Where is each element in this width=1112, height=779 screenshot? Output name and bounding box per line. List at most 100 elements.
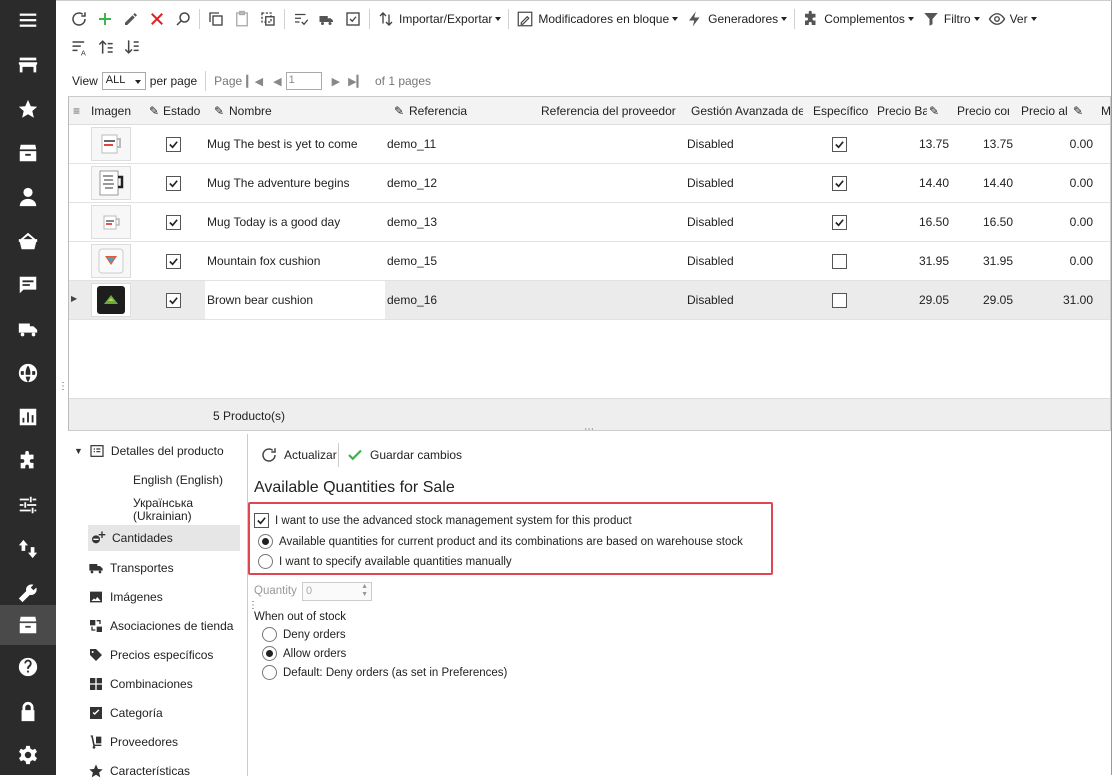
advanced-stock-value[interactable]: Disabled	[687, 215, 734, 229]
column-header-more[interactable]: M	[1101, 104, 1111, 118]
specific-checkbox[interactable]	[832, 215, 847, 230]
specific-checkbox[interactable]	[832, 176, 847, 191]
menu-icon[interactable]	[0, 0, 56, 40]
allow-orders-radio[interactable]	[262, 646, 277, 661]
refresh-icon[interactable]	[66, 7, 92, 31]
column-header-supplier-ref[interactable]: Referencia del proveedor	[541, 104, 681, 118]
column-header-advanced[interactable]: Gestión Avanzada de	[691, 104, 803, 118]
help-icon[interactable]	[0, 647, 56, 687]
search-icon[interactable]	[170, 7, 196, 31]
sliders-icon[interactable]	[0, 485, 56, 525]
save-changes-button[interactable]: Guardar cambios	[346, 446, 462, 464]
retail-price[interactable]: 31.00	[1033, 293, 1093, 307]
table-row[interactable]: Mug The adventure begins demo_12 Disable…	[69, 164, 1110, 203]
column-header-base-price[interactable]: Precio Bas	[877, 104, 927, 118]
product-reference[interactable]: demo_15	[387, 254, 437, 268]
deny-orders-option[interactable]: Deny orders	[262, 627, 346, 642]
tree-item-ukrainian[interactable]: Українська	[133, 496, 193, 510]
product-reference[interactable]: demo_11	[387, 137, 436, 151]
cost-price[interactable]: 29.05	[953, 293, 1013, 307]
move-up-icon[interactable]	[96, 37, 116, 60]
retail-price[interactable]: 0.00	[1033, 254, 1093, 268]
allow-orders-option[interactable]: Allow orders	[262, 646, 346, 661]
star-icon[interactable]	[0, 89, 56, 129]
globe-icon[interactable]	[0, 353, 56, 393]
column-header-name[interactable]: Nombre	[229, 104, 272, 118]
deny-orders-radio[interactable]	[262, 627, 277, 642]
store-icon[interactable]	[0, 45, 56, 85]
splitter-handle-icon[interactable]: ⋮	[58, 381, 68, 392]
default-orders-option[interactable]: Default: Deny orders (as set in Preferen…	[262, 665, 507, 680]
first-page-icon[interactable]: ▎◀	[246, 75, 263, 88]
addons-menu[interactable]: Complementos	[798, 7, 918, 31]
quantity-stepper[interactable]: 0 ▲ ▼	[302, 582, 372, 601]
advanced-stock-value[interactable]: Disabled	[687, 176, 734, 190]
retail-price[interactable]: 0.00	[1033, 176, 1093, 190]
tree-item-english[interactable]: English (English)	[133, 473, 223, 487]
paste-icon[interactable]	[229, 7, 255, 31]
duplicate-icon[interactable]	[255, 7, 281, 31]
user-icon[interactable]	[0, 177, 56, 217]
prev-page-icon[interactable]: ◀	[273, 75, 281, 88]
tree-item-features[interactable]: Características	[88, 763, 190, 779]
status-checkbox[interactable]	[166, 215, 181, 230]
status-checkbox[interactable]	[166, 137, 181, 152]
tree-item-suppliers[interactable]: Proveedores	[88, 734, 178, 750]
chart-icon[interactable]	[0, 397, 56, 437]
tree-item-details[interactable]: ▼ Detalles del producto	[74, 443, 224, 459]
table-row[interactable]: Mountain fox cushion demo_15 Disabled 31…	[69, 242, 1110, 281]
gear-icon[interactable]	[0, 735, 56, 775]
sort-arrows-icon[interactable]	[0, 529, 56, 569]
advanced-stock-value[interactable]: Disabled	[687, 137, 734, 151]
import-export-menu[interactable]: Importar/Exportar	[373, 7, 505, 31]
base-price[interactable]: 14.40	[889, 176, 949, 190]
cost-price[interactable]: 31.95	[953, 254, 1013, 268]
product-name[interactable]: Mug The best is yet to come	[207, 137, 358, 151]
status-checkbox[interactable]	[166, 254, 181, 269]
last-page-icon[interactable]: ▶▎	[348, 75, 365, 88]
base-price[interactable]: 16.50	[889, 215, 949, 229]
per-page-select[interactable]: ALL	[101, 72, 146, 90]
delete-icon[interactable]	[144, 7, 170, 31]
list-check-icon[interactable]	[288, 7, 314, 31]
table-row[interactable]: Mug Today is a good day demo_13 Disabled…	[69, 203, 1110, 242]
column-header-specific[interactable]: Específico	[813, 104, 868, 118]
tree-item-quantities[interactable]: Cantidades	[88, 525, 240, 551]
generators-menu[interactable]: Generadores	[682, 7, 791, 31]
product-reference[interactable]: demo_13	[387, 215, 437, 229]
base-price[interactable]: 29.05	[889, 293, 949, 307]
table-row-selected[interactable]: ▶ Brown bear cushion demo_16 Disabled 29…	[69, 281, 1110, 320]
product-name[interactable]: Mug The adventure begins	[207, 176, 350, 190]
advanced-stock-value[interactable]: Disabled	[687, 254, 734, 268]
add-icon[interactable]	[92, 7, 118, 31]
puzzle-icon[interactable]	[0, 441, 56, 481]
archive-icon[interactable]	[0, 605, 56, 645]
base-price[interactable]: 31.95	[889, 254, 949, 268]
filter-menu[interactable]: Filtro	[918, 7, 984, 31]
retail-price[interactable]: 0.00	[1033, 215, 1093, 229]
stepper-arrows-icon[interactable]: ▲ ▼	[361, 583, 368, 599]
next-page-icon[interactable]: ▶	[332, 75, 340, 88]
refresh-button[interactable]: Actualizar	[260, 446, 337, 464]
truck-icon[interactable]	[0, 309, 56, 349]
column-header-retail-price[interactable]: Precio al p	[1021, 104, 1071, 118]
bulk-modifiers-menu[interactable]: Modificadores en bloque	[512, 7, 682, 31]
cost-price[interactable]: 16.50	[953, 215, 1013, 229]
tree-item-category[interactable]: Categoría	[88, 705, 163, 721]
product-reference[interactable]: demo_16	[387, 293, 437, 307]
status-checkbox[interactable]	[166, 293, 181, 308]
table-row[interactable]: Mug The best is yet to come demo_11 Disa…	[69, 125, 1110, 164]
column-header-image[interactable]: Imagen	[91, 104, 131, 118]
tree-item-images[interactable]: Imágenes	[88, 589, 163, 605]
splitter-handle-icon[interactable]: ⋮	[248, 600, 258, 611]
tree-item-combinations[interactable]: Combinaciones	[88, 676, 193, 692]
column-chooser-icon[interactable]: ≡	[73, 104, 80, 118]
lock-icon[interactable]	[0, 692, 56, 732]
inbox-icon[interactable]	[0, 133, 56, 173]
sort-az-icon[interactable]: A	[70, 37, 90, 60]
default-orders-radio[interactable]	[262, 665, 277, 680]
page-input[interactable]: 1	[285, 72, 322, 90]
chat-icon[interactable]	[0, 265, 56, 305]
specific-checkbox[interactable]	[832, 254, 847, 269]
specific-checkbox[interactable]	[832, 137, 847, 152]
